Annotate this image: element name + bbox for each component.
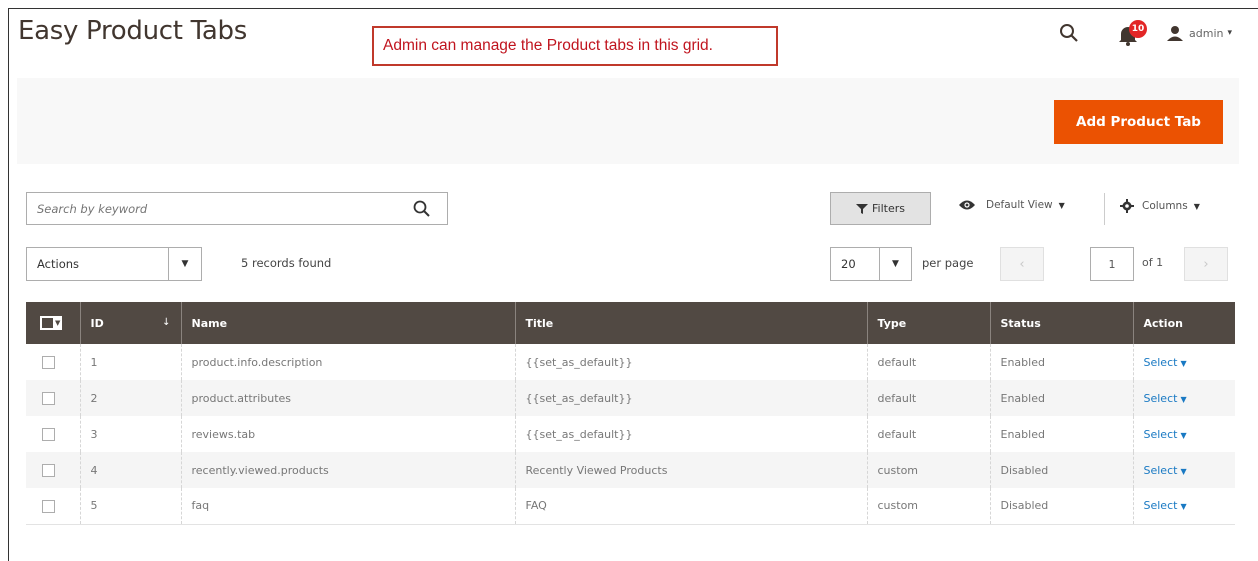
table-row: 3 reviews.tab {{set_as_default}} default… [26, 416, 1235, 452]
row-checkbox[interactable] [42, 499, 55, 513]
mass-actions-label: Actions [37, 257, 80, 271]
table-row: 4 recently.viewed.products Recently View… [26, 452, 1235, 488]
chevron-down-icon: ▼ [1193, 201, 1200, 211]
column-header-action: Action [1132, 302, 1235, 344]
row-status: Enabled [989, 344, 1133, 380]
chevron-right-icon: › [1203, 256, 1209, 272]
mass-actions-select[interactable]: Actions ▼ [26, 247, 202, 281]
chevron-down-icon: ▼ [1180, 358, 1187, 368]
row-title: Recently Viewed Products [514, 452, 867, 488]
page-title: Easy Product Tabs [18, 16, 248, 46]
next-page-button[interactable]: › [1184, 247, 1228, 281]
row-name: product.attributes [180, 380, 515, 416]
column-header-title[interactable]: Title [514, 302, 867, 344]
row-name: recently.viewed.products [180, 452, 515, 488]
default-view-label: Default View [986, 199, 1053, 211]
columns-label: Columns [1142, 200, 1188, 212]
row-title: {{set_as_default}} [514, 344, 867, 380]
column-header-type[interactable]: Type [866, 302, 990, 344]
row-checkbox[interactable] [42, 463, 55, 477]
row-select-action[interactable]: Select ▼ [1144, 356, 1187, 369]
chevron-down-icon: ▼ [168, 248, 201, 280]
row-status: Enabled [989, 380, 1133, 416]
user-name: admin [1189, 26, 1224, 40]
chevron-down-icon: ▼ [1180, 466, 1187, 476]
gear-icon [1120, 199, 1134, 213]
row-status: Disabled [989, 452, 1133, 488]
user-menu[interactable]: admin ▾ [1167, 25, 1232, 41]
row-id: 4 [79, 452, 181, 488]
columns-dropdown[interactable]: Columns ▼ [1120, 199, 1200, 213]
current-page-input[interactable] [1090, 247, 1134, 281]
row-name: faq [180, 488, 515, 525]
row-title: {{set_as_default}} [514, 416, 867, 452]
row-select-action[interactable]: Select ▼ [1144, 499, 1187, 512]
filter-icon [856, 203, 868, 214]
search-icon[interactable] [413, 200, 431, 218]
filters-label: Filters [872, 202, 905, 215]
row-id: 1 [79, 344, 181, 380]
row-type: custom [866, 452, 990, 488]
eye-icon [959, 200, 975, 210]
row-type: default [866, 416, 990, 452]
notifications-bell-icon[interactable]: 10 [1117, 20, 1147, 46]
row-checkbox[interactable] [42, 355, 55, 369]
row-checkbox[interactable] [42, 427, 55, 441]
chevron-down-icon: ▼ [1058, 200, 1065, 210]
row-name: reviews.tab [180, 416, 515, 452]
page-actions-bar: Add Product Tab [17, 78, 1239, 164]
mass-select-header[interactable]: ▼ [26, 302, 80, 344]
row-select-action[interactable]: Select ▼ [1144, 392, 1187, 405]
chevron-down-icon: ▼ [1180, 430, 1187, 440]
row-title: {{set_as_default}} [514, 380, 867, 416]
row-title: FAQ [514, 488, 867, 525]
row-id: 5 [79, 488, 181, 525]
user-icon [1167, 26, 1183, 41]
row-status: Disabled [989, 488, 1133, 525]
per-page-select[interactable]: 20 ▼ [830, 247, 912, 281]
row-name: product.info.description [180, 344, 515, 380]
row-status: Enabled [989, 416, 1133, 452]
chevron-down-icon: ▼ [1180, 502, 1187, 512]
column-header-name[interactable]: Name [180, 302, 515, 344]
row-select-action[interactable]: Select ▼ [1144, 464, 1187, 477]
grid-header-row: ▼ ID ↓ Name Title Type Status Action [26, 302, 1235, 344]
table-row: 1 product.info.description {{set_as_defa… [26, 344, 1235, 380]
row-id: 3 [79, 416, 181, 452]
row-select-action[interactable]: Select ▼ [1144, 428, 1187, 441]
chevron-left-icon: ‹ [1019, 256, 1025, 272]
column-header-id[interactable]: ID ↓ [79, 302, 181, 344]
notification-count-badge: 10 [1129, 20, 1147, 38]
records-found-count: 5 records found [241, 256, 332, 270]
row-type: custom [866, 488, 990, 525]
per-page-label: per page [922, 256, 974, 270]
chevron-down-icon: ▼ [879, 248, 911, 280]
chevron-down-icon: ▼ [1180, 394, 1187, 404]
user-menu-chevron-down-icon: ▾ [1227, 28, 1232, 38]
keyword-search-input[interactable] [27, 201, 397, 216]
global-search-icon[interactable] [1059, 23, 1079, 43]
table-row: 5 faq FAQ custom Disabled Select ▼ [26, 488, 1235, 525]
row-checkbox[interactable] [42, 391, 55, 405]
annotation-callout: Admin can manage the Product tabs in thi… [372, 26, 778, 66]
per-page-value: 20 [841, 257, 856, 271]
toolbar-divider [1104, 193, 1105, 225]
column-header-status[interactable]: Status [989, 302, 1133, 344]
header-actions: 10 admin ▾ [1059, 18, 1232, 48]
add-product-tab-button[interactable]: Add Product Tab [1054, 100, 1223, 144]
product-tabs-grid: ▼ ID ↓ Name Title Type Status Action 1 pr… [26, 302, 1235, 525]
previous-page-button[interactable]: ‹ [1000, 247, 1044, 281]
keyword-search-box [26, 192, 448, 225]
filters-button[interactable]: Filters [830, 192, 931, 225]
row-type: default [866, 344, 990, 380]
chevron-down-icon: ▼ [55, 318, 61, 327]
total-pages-label: of 1 [1142, 256, 1164, 269]
table-row: 2 product.attributes {{set_as_default}} … [26, 380, 1235, 416]
sort-arrow-icon: ↓ [162, 316, 171, 328]
mass-select-dropdown[interactable]: ▼ [40, 315, 63, 330]
row-type: default [866, 380, 990, 416]
default-view-dropdown[interactable]: Default View ▼ [958, 199, 1065, 211]
row-id: 2 [79, 380, 181, 416]
